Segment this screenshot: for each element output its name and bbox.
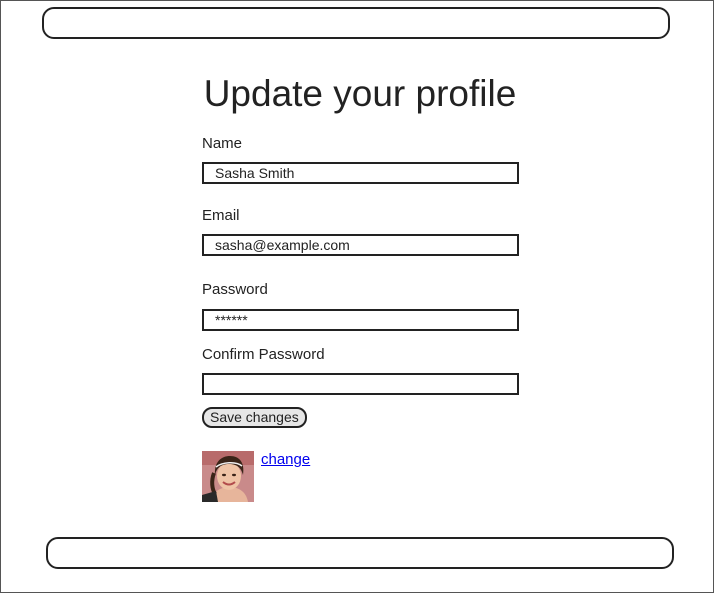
avatar-image <box>202 451 254 502</box>
footer-bar <box>46 537 674 569</box>
confirm-password-label: Confirm Password <box>202 346 325 363</box>
email-label: Email <box>202 207 240 224</box>
email-field[interactable] <box>202 234 519 256</box>
top-navigation-bar <box>42 7 670 39</box>
confirm-password-field[interactable] <box>202 373 519 395</box>
name-field[interactable] <box>202 162 519 184</box>
page-title: Update your profile <box>203 73 517 114</box>
password-label: Password <box>202 281 268 298</box>
password-field[interactable] <box>202 309 519 331</box>
name-label: Name <box>202 135 243 152</box>
change-avatar-link[interactable]: change <box>261 451 310 468</box>
save-changes-button[interactable]: Save changes <box>202 407 307 428</box>
avatar <box>202 451 254 502</box>
